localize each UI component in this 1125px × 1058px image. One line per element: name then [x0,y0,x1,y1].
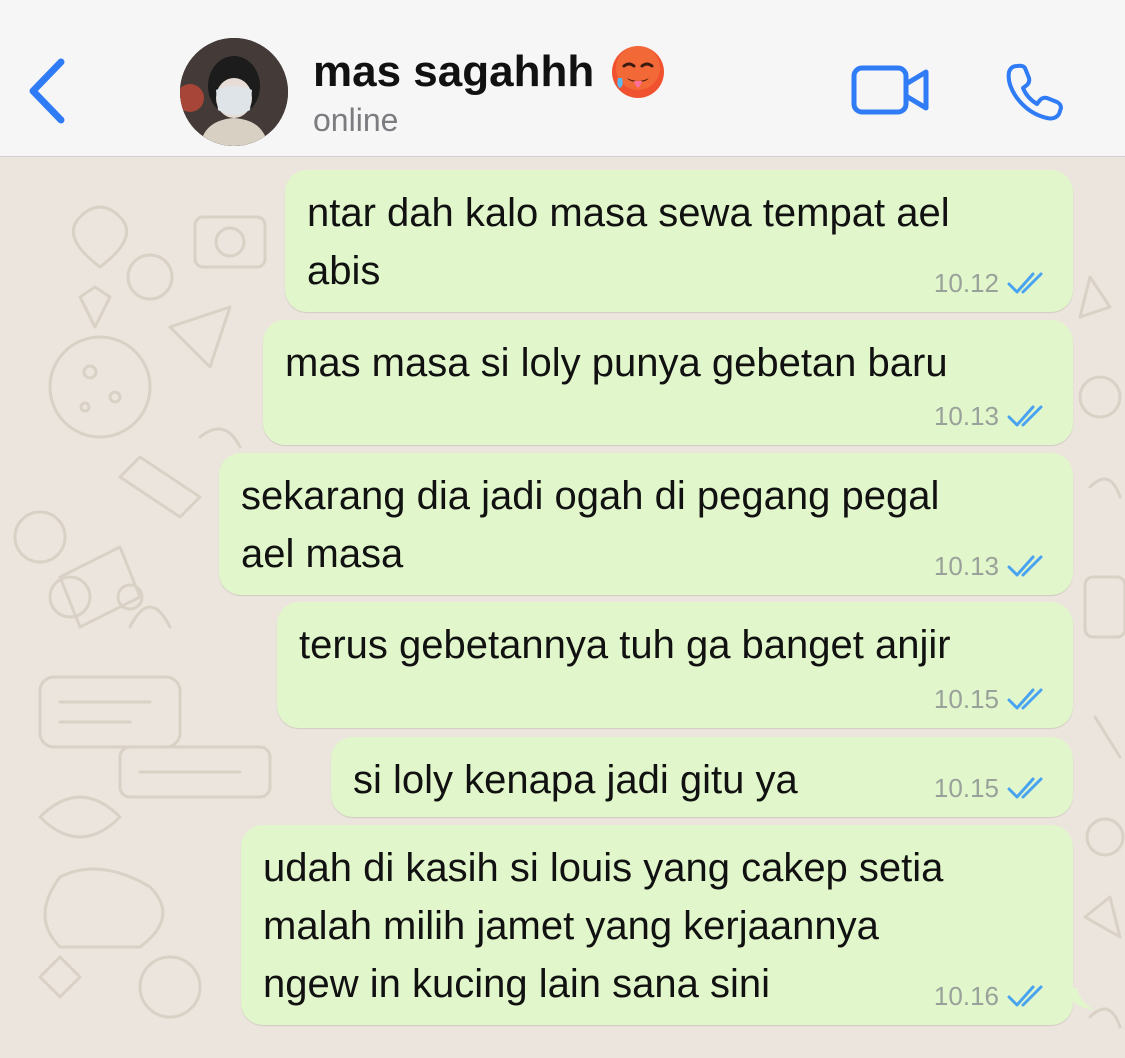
video-call-button[interactable] [850,62,932,118]
voice-call-button[interactable] [1003,60,1067,124]
read-receipt-icon [1007,405,1043,427]
back-button[interactable] [22,56,72,126]
phone-icon [1006,63,1063,121]
message-meta: 10.13 [934,551,1047,581]
message-time: 10.15 [933,773,999,803]
read-receipt-icon [1007,555,1043,577]
chat-header: mas sagahhh online [0,0,1125,157]
read-receipt-icon [1007,688,1043,710]
hot-face-emoji-icon [612,46,665,98]
read-receipt-icon [1007,777,1043,799]
read-receipt-icon [1007,985,1043,1007]
message-bubble[interactable]: terus gebetannya tuh ga banget anjir 10.1… [277,602,1073,728]
message-bubble[interactable]: ntar dah kalo masa sewa tempat ael abis 1… [285,170,1073,312]
video-camera-icon [851,65,929,115]
chevron-left-icon [29,58,65,124]
contact-name-text: mas sagahhh [313,47,595,96]
bubble-tail [1067,988,1095,1010]
message-time: 10.13 [933,401,999,431]
message-meta: 10.12 [934,268,1047,298]
message-bubble[interactable]: udah di kasih si louis yang cakep setia … [241,825,1073,1025]
message-text: sekarang dia jadi ogah di pegang pegal a… [241,474,940,576]
message-time: 10.15 [933,684,999,714]
avatar[interactable] [180,38,288,146]
message-bubble[interactable]: mas masa si loly punya gebetan baru 10.13 [263,320,1073,445]
message-meta: 10.13 [934,401,1047,431]
message-meta: 10.16 [934,981,1047,1011]
avatar-image [180,38,288,146]
contact-name[interactable]: mas sagahhh [313,44,666,100]
message-text: udah di kasih si louis yang cakep setia … [263,846,944,1006]
contact-status: online [313,102,399,138]
message-bubble[interactable]: si loly kenapa jadi gitu ya 10.15 [331,737,1073,817]
message-time: 10.16 [933,981,999,1011]
message-time: 10.13 [933,551,999,581]
message-meta: 10.15 [934,684,1047,714]
message-text: mas masa si loly punya gebetan baru [285,341,948,385]
message-bubble[interactable]: sekarang dia jadi ogah di pegang pegal a… [219,453,1073,595]
read-receipt-icon [1007,272,1043,294]
message-text: terus gebetannya tuh ga banget anjir [299,623,951,667]
message-time: 10.12 [933,268,999,298]
message-meta: 10.15 [934,773,1047,803]
